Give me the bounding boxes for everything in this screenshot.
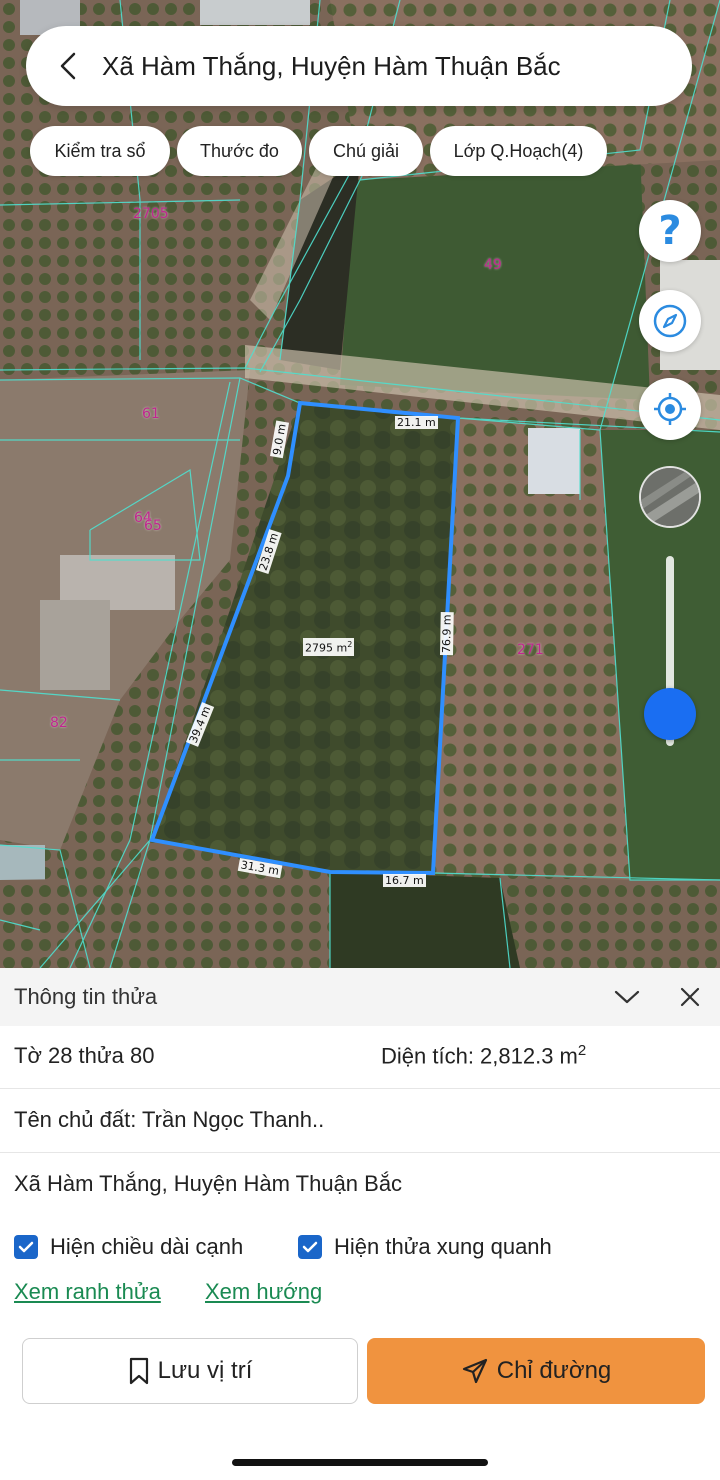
compass-button[interactable] (639, 290, 701, 352)
parcel-id: Tờ 28 thửa 80 (14, 1043, 155, 1068)
edge-length-label: 76.9 m (440, 612, 454, 656)
owner-name: Tên chủ đất: Trần Ngọc Thanh.. (14, 1107, 325, 1132)
location-title-bar[interactable]: Xã Hàm Thắng, Huyện Hàm Thuận Bắc (26, 26, 692, 106)
save-location-button[interactable]: Lưu vị trí (22, 1338, 358, 1404)
chip-planning-layer[interactable]: Lớp Q.Hoạch(4) (430, 126, 607, 176)
question-mark-icon: ? (658, 208, 682, 254)
view-direction-link[interactable]: Xem hướng (205, 1279, 322, 1305)
location-title: Xã Hàm Thắng, Huyện Hàm Thuận Bắc (102, 50, 561, 81)
parcel-number-65: 65 (144, 518, 162, 534)
parcel-id-row: Tờ 28 thửa 80 Diện tích: 2,812.3 m2 (0, 1036, 720, 1076)
show-neighbors-checkbox[interactable]: Hiện thửa xung quanh (298, 1234, 552, 1260)
sheet-header: Thông tin thửa (0, 968, 720, 1026)
chip-legend[interactable]: Chú giải (309, 126, 423, 176)
chip-measure[interactable]: Thước đo (177, 126, 302, 176)
chevron-down-icon[interactable] (612, 982, 642, 1012)
checkbox-checked-icon[interactable] (14, 1235, 38, 1259)
bookmark-icon (128, 1357, 150, 1385)
compass-icon (653, 304, 687, 338)
parcel-number-49: 49 (484, 257, 502, 273)
close-icon[interactable] (675, 982, 705, 1012)
checkbox-checked-icon[interactable] (298, 1235, 322, 1259)
parcel-number-271: 271 (517, 642, 544, 658)
divider (0, 1152, 720, 1153)
view-boundary-link[interactable]: Xem ranh thửa (14, 1279, 161, 1305)
save-location-label: Lưu vị trí (157, 1357, 253, 1384)
crosshair-location-icon (654, 393, 686, 425)
parcel-number-61: 61 (142, 406, 160, 422)
checkbox-label: Hiện thửa xung quanh (334, 1234, 552, 1259)
map-view[interactable]: 2705 49 61 64 65 82 271 21.1 m 9.0 m 23.… (0, 0, 720, 968)
sheet-title: Thông tin thửa (14, 984, 158, 1009)
address-row: Xã Hàm Thắng, Huyện Hàm Thuận Bắc (0, 1164, 720, 1204)
divider (0, 1088, 720, 1089)
parcel-area-label: 2795 m2 (303, 638, 355, 656)
directions-label: Chỉ đường (496, 1357, 612, 1384)
home-indicator (232, 1459, 488, 1466)
directions-button[interactable]: Chỉ đường (367, 1338, 705, 1404)
opacity-slider-thumb[interactable] (644, 687, 696, 740)
parcel-address: Xã Hàm Thắng, Huyện Hàm Thuận Bắc (14, 1171, 403, 1196)
basemap-layer-toggle[interactable] (639, 466, 701, 528)
send-arrow-icon (461, 1357, 489, 1385)
parcel-number-82: 82 (50, 715, 68, 731)
edge-length-label: 16.7 m (383, 874, 426, 887)
edge-length-label: 21.1 m (395, 416, 438, 429)
back-arrow-icon[interactable] (38, 26, 98, 106)
chip-check-book[interactable]: Kiểm tra sổ (30, 126, 170, 176)
parcel-area: Diện tích: 2,812.3 m2 (381, 1042, 587, 1069)
show-edge-lengths-checkbox[interactable]: Hiện chiều dài cạnh (14, 1234, 243, 1260)
help-button[interactable]: ? (639, 200, 701, 262)
parcel-number-2705: 2705 (133, 206, 169, 222)
checkbox-label: Hiện chiều dài cạnh (50, 1234, 244, 1259)
my-location-button[interactable] (639, 378, 701, 440)
owner-row: Tên chủ đất: Trần Ngọc Thanh.. (0, 1100, 720, 1140)
